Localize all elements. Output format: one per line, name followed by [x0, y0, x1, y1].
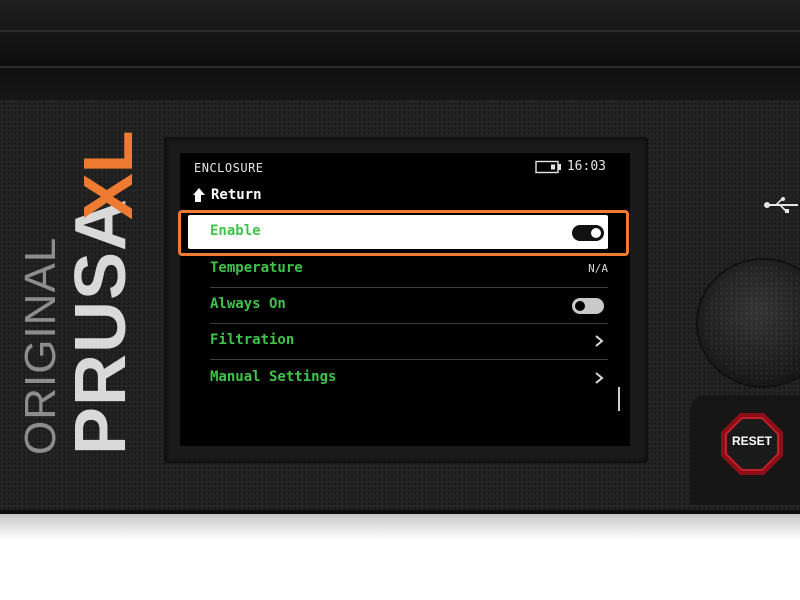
- rail-groove: [0, 66, 800, 68]
- rail-groove: [0, 30, 800, 32]
- menu-item-label: Enable: [210, 223, 261, 239]
- status-bar: 16:03: [535, 159, 606, 174]
- menu-item-label: Filtration: [210, 332, 295, 348]
- scrollbar[interactable]: [618, 387, 620, 411]
- menu-item-temperature[interactable]: Temperature N/A: [188, 252, 608, 288]
- return-label: Return: [211, 187, 262, 203]
- menu-item-label: Manual Settings: [210, 369, 337, 385]
- clock-time: 16:03: [566, 159, 606, 174]
- brand-model-text: XL: [69, 130, 147, 220]
- reset-label: RESET: [731, 434, 772, 448]
- menu-item-filtration[interactable]: Filtration: [188, 324, 608, 360]
- panel-shadow: [0, 510, 800, 540]
- chevron-right-icon: [595, 372, 604, 384]
- temperature-value: N/A: [588, 262, 608, 275]
- always-on-toggle[interactable]: [572, 298, 604, 314]
- toggle-knob: [591, 228, 601, 238]
- printer-top-rail: [0, 0, 800, 110]
- screen-title: ENCLOSURE: [194, 161, 264, 175]
- brand-prusa-text: PRUSA: [61, 197, 141, 455]
- menu-item-label: Always On: [210, 296, 286, 312]
- return-arrow-icon: [193, 188, 205, 202]
- toggle-knob: [575, 301, 585, 311]
- menu-item-manual-settings[interactable]: Manual Settings: [188, 361, 608, 395]
- usb-symbol-icon: [764, 197, 798, 213]
- brand-original-text: ORIGINAL: [16, 236, 65, 455]
- return-button[interactable]: Return: [192, 187, 262, 203]
- lcd-screen: ENCLOSURE 16:03 Return Enable Temperatur…: [180, 153, 630, 446]
- menu-item-label: Temperature: [210, 260, 303, 276]
- chevron-right-icon: [595, 335, 604, 347]
- menu-item-always-on[interactable]: Always On: [188, 288, 608, 324]
- menu-item-enable[interactable]: Enable: [188, 215, 608, 249]
- enable-toggle[interactable]: [572, 225, 604, 241]
- usb-drive-icon: [535, 160, 561, 173]
- knob-grip: [704, 266, 800, 380]
- menu-divider: [210, 359, 608, 360]
- reset-button[interactable]: RESET: [718, 410, 786, 478]
